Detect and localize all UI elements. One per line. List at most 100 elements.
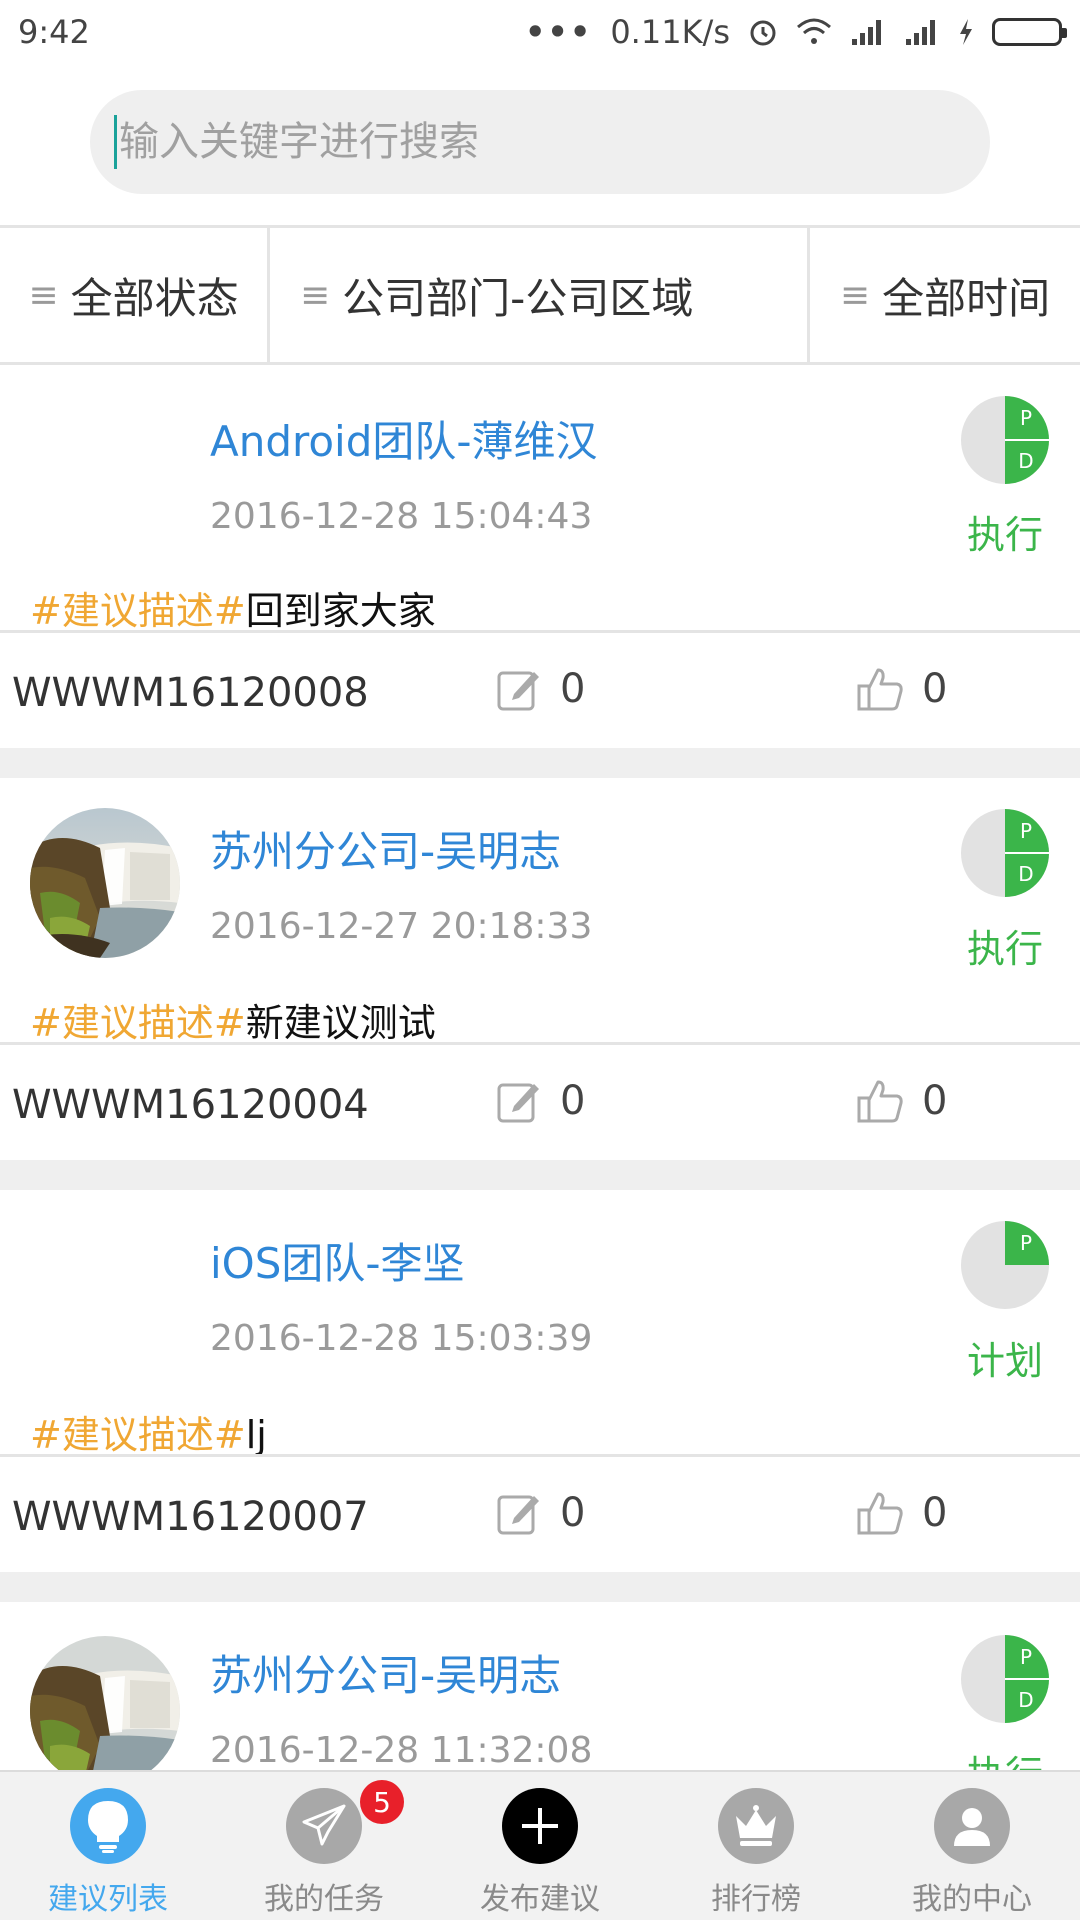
edit-icon [497,671,539,711]
status-bar: 9:42 ••• 0.11K/s [0,0,1080,64]
task-count-badge: 5 [360,1780,404,1824]
plus-icon [502,1788,578,1864]
status-label: 执行 [966,927,1043,971]
comment-count-value: 0 [560,1490,586,1536]
suggestion-code: WWWM16120008 [12,670,369,716]
suggestion-card[interactable]: Android团队-薄维汉 2016-12-28 15:04:43 P D 执行… [0,368,1080,748]
battery-icon [992,18,1067,46]
net-speed: 0.11K/s [610,13,730,51]
menu-icon: ≡ [28,274,59,316]
more-dots-icon: ••• [524,13,593,51]
card-separator [0,1160,1080,1190]
suggestion-card[interactable]: 苏州分公司-吴明志 2016-12-28 11:32:08 P D 执行 [0,1602,1080,1770]
edit-icon [497,1495,539,1535]
status-progress-icon: P [961,1221,1049,1309]
menu-icon: ≡ [300,274,331,316]
nav-label: 排行榜 [711,1882,801,1917]
waterfall-photo [30,808,180,958]
thumbs-up-icon [857,668,903,711]
avatar[interactable] [30,808,180,958]
description-text: 新建议测试 [245,1001,436,1045]
status-letter-p: P [1020,1231,1032,1255]
description-text: 回到家大家 [245,589,436,633]
author-name[interactable]: 苏州分公司-吴明志 [210,1642,561,1703]
comment-count[interactable]: 0 [496,666,585,712]
paper-plane-icon [286,1788,362,1864]
like-count-value: 0 [922,1078,948,1124]
nav-label: 我的任务 [264,1882,384,1917]
nav-label: 建议列表 [48,1882,168,1917]
wifi-icon [797,18,831,44]
description-tag: #建议描述# [30,589,246,633]
nav-publish-suggestion[interactable]: 发布建议 [432,1772,648,1920]
status-letter-d: D [1018,1688,1033,1712]
status-progress-icon: P D [961,809,1049,897]
nav-label: 发布建议 [480,1882,600,1917]
status-letter-d: D [1018,862,1033,886]
post-time: 2016-12-28 15:03:39 [210,1318,593,1359]
edit-icon [497,1083,539,1123]
waterfall-photo [30,1636,180,1770]
suggestion-description: #建议描述#lj [30,1404,267,1459]
status-progress-icon: P D [961,1635,1049,1723]
divider [0,1042,1080,1045]
like-count[interactable]: 0 [856,1490,947,1536]
comment-count-value: 0 [560,1078,586,1124]
author-name[interactable]: Android团队-薄维汉 [210,408,598,469]
avatar[interactable] [30,1636,180,1770]
like-count[interactable]: 0 [856,666,947,712]
description-tag: #建议描述# [30,1001,246,1045]
like-count[interactable]: 0 [856,1078,947,1124]
suggestion-card[interactable]: iOS团队-李坚 2016-12-28 15:03:39 P 计划 #建议描述#… [0,1190,1080,1572]
nav-my-tasks[interactable]: 5 我的任务 [216,1772,432,1920]
status-label: 执行 [966,513,1043,557]
menu-icon: ≡ [839,274,871,316]
filter-status[interactable]: ≡ 全部状态 [0,228,270,362]
filter-status-label: 全部状态 [70,273,239,323]
status-time: 9:42 [18,13,90,51]
author-name[interactable]: iOS团队-李坚 [210,1230,465,1291]
status-label: 执行 [940,1744,1070,1770]
nav-my-center[interactable]: 我的中心 [864,1772,1080,1920]
status-letter-p: P [1020,406,1032,430]
signal-icon [852,20,881,45]
status-letter-d: D [1018,449,1033,473]
nav-suggestion-list[interactable]: 建议列表 [0,1772,216,1920]
nav-leaderboard[interactable]: 排行榜 [648,1772,864,1920]
thumbs-up-icon [857,1492,903,1535]
status-letter-p: P [1020,1645,1032,1669]
filter-department[interactable]: ≡ 公司部门-公司区域 [270,228,810,362]
signal-icon-2 [906,20,935,45]
post-time: 2016-12-28 11:32:08 [210,1730,593,1770]
text-cursor [114,115,117,169]
bottom-nav: 建议列表 5 我的任务 发布建议 排行榜 我的中心 [0,1770,1080,1920]
comment-count-value: 0 [560,666,586,712]
status-icons: ••• 0.11K/s [524,13,1067,51]
status-progress-icon: P D [961,396,1049,484]
description-text: lj [245,1413,267,1457]
search-input[interactable] [119,119,919,165]
filter-time[interactable]: ≡ 全部时间 [810,228,1080,362]
comment-count[interactable]: 0 [496,1078,585,1124]
like-count-value: 0 [922,1490,948,1536]
alarm-icon [750,20,776,46]
suggestion-description: #建议描述#回到家大家 [30,580,436,635]
filter-time-label: 全部时间 [882,273,1051,323]
filter-bar: ≡ 全部状态 ≡ 公司部门-公司区域 ≡ 全部时间 [0,225,1080,365]
card-separator [0,1572,1080,1602]
comment-count[interactable]: 0 [496,1490,585,1536]
status-label: 计划 [966,1339,1043,1383]
suggestion-description: #建议描述#新建议测试 [30,992,436,1047]
lightbulb-icon [70,1788,146,1864]
suggestion-code: WWWM16120004 [12,1082,369,1128]
search-bar[interactable] [90,90,990,194]
author-name[interactable]: 苏州分公司-吴明志 [210,818,561,879]
crown-icon [718,1788,794,1864]
nav-label: 我的中心 [912,1882,1032,1917]
suggestion-card[interactable]: 苏州分公司-吴明志 2016-12-27 20:18:33 P D 执行 #建议… [0,778,1080,1160]
description-tag: #建议描述# [30,1413,246,1457]
status-letter-p: P [1020,819,1032,843]
post-time: 2016-12-27 20:18:33 [210,906,593,947]
like-count-value: 0 [922,666,948,712]
user-icon [934,1788,1010,1864]
